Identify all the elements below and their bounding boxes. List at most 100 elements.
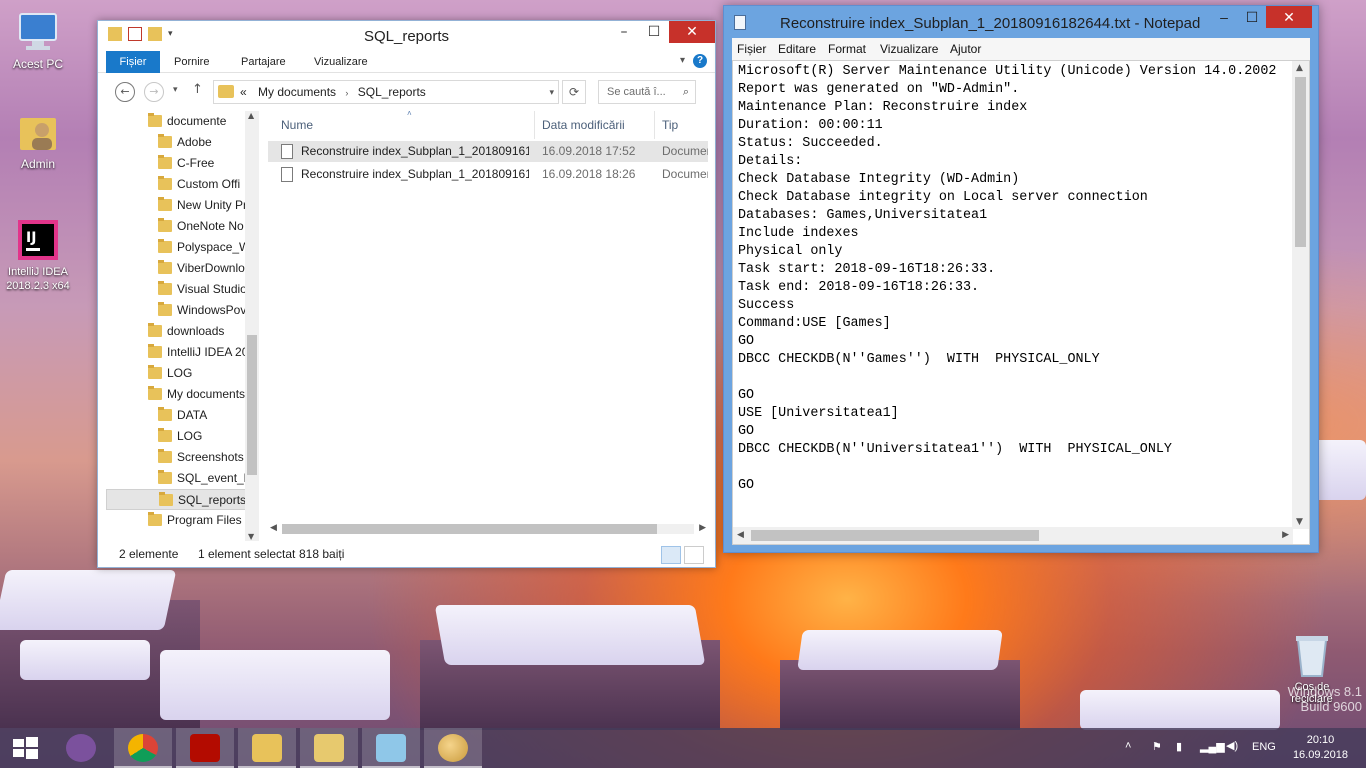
- expand-ribbon-icon[interactable]: ▾: [680, 55, 685, 66]
- scroll-thumb[interactable]: [751, 530, 1039, 541]
- large-icons-view-button[interactable]: [684, 546, 704, 564]
- tab-view[interactable]: Vizualizare: [314, 51, 368, 73]
- close-button[interactable]: ✕: [669, 21, 715, 43]
- search-input[interactable]: Se caută î... ⌕: [598, 80, 696, 104]
- document-content[interactable]: Microsoft(R) Server Maintenance Utility …: [738, 63, 1296, 527]
- minimize-button[interactable]: –: [1210, 6, 1238, 28]
- chevron-right-icon[interactable]: ›: [345, 88, 348, 98]
- column-divider[interactable]: [654, 111, 655, 139]
- scroll-up-icon[interactable]: ▲: [1296, 63, 1303, 73]
- tree-item[interactable]: C-Free: [106, 153, 259, 174]
- taskbar-sql-maintenance[interactable]: [300, 728, 358, 768]
- start-button[interactable]: [0, 728, 50, 768]
- tree-item[interactable]: New Unity Pr: [106, 195, 259, 216]
- column-type[interactable]: Tip: [662, 118, 678, 132]
- taskbar-paint[interactable]: [424, 728, 482, 768]
- menu-format[interactable]: Format: [828, 38, 866, 60]
- recent-locations-icon[interactable]: ▾: [173, 85, 178, 95]
- clock[interactable]: 20:10 16.09.2018: [1293, 733, 1348, 763]
- taskbar-chrome-dev[interactable]: [114, 728, 172, 768]
- maximize-button[interactable]: ☐: [639, 21, 669, 43]
- battery-icon[interactable]: ▮: [1176, 740, 1182, 768]
- address-overflow[interactable]: «: [240, 85, 247, 99]
- scroll-up-icon[interactable]: ▲: [248, 111, 254, 120]
- tree-item[interactable]: OneNote No: [106, 216, 259, 237]
- tree-item[interactable]: documente: [106, 111, 259, 132]
- notepad-window[interactable]: Reconstruire index_Subplan_1_20180916182…: [723, 5, 1319, 553]
- tab-file[interactable]: Fișier: [106, 51, 160, 73]
- chevron-down-icon[interactable]: ▾: [549, 81, 554, 103]
- taskbar-acrobat[interactable]: [176, 728, 234, 768]
- tree-item[interactable]: downloads: [106, 321, 259, 342]
- editor-hscrollbar[interactable]: ◀ ▶: [733, 527, 1293, 544]
- tree-item[interactable]: IntelliJ IDEA 20: [106, 342, 259, 363]
- breadcrumb-sql-reports[interactable]: SQL_reports: [358, 85, 426, 99]
- tree-item[interactable]: Program Files: [106, 510, 259, 531]
- minimize-button[interactable]: –: [609, 21, 639, 43]
- scroll-right-icon[interactable]: ▶: [699, 523, 706, 533]
- show-hidden-icons[interactable]: ˄: [1125, 740, 1131, 768]
- scroll-left-icon[interactable]: ◀: [270, 523, 277, 533]
- taskbar-file-explorer[interactable]: [238, 728, 296, 768]
- scroll-down-icon[interactable]: ▼: [1296, 517, 1303, 527]
- back-button[interactable]: ←: [115, 82, 135, 102]
- notepad-titlebar[interactable]: Reconstruire index_Subplan_1_20180916182…: [724, 6, 1318, 38]
- navigation-scrollbar[interactable]: ▲ ▼: [245, 111, 259, 541]
- language-indicator[interactable]: ENG: [1252, 741, 1276, 768]
- taskbar-notepad[interactable]: [362, 728, 420, 768]
- menu-edit[interactable]: Editare: [778, 38, 816, 60]
- details-view-button[interactable]: [661, 546, 681, 564]
- volume-icon[interactable]: ◀): [1226, 739, 1238, 768]
- column-name[interactable]: Nume: [281, 118, 313, 132]
- editor-vscrollbar[interactable]: ▲ ▼: [1292, 61, 1309, 529]
- tree-item[interactable]: My documents: [106, 384, 259, 405]
- refresh-button[interactable]: ⟳: [562, 80, 586, 104]
- explorer-titlebar[interactable]: ▾ SQL_reports – ☐ ✕: [98, 21, 715, 51]
- tree-item[interactable]: DATA: [106, 405, 259, 426]
- tree-item[interactable]: LOG: [106, 426, 259, 447]
- tab-share[interactable]: Partajare: [241, 51, 286, 73]
- file-list-hscrollbar[interactable]: ◀ ▶: [268, 521, 708, 537]
- tree-item[interactable]: SQL_event_lo: [106, 468, 259, 489]
- tree-item[interactable]: SQL_reports: [106, 489, 259, 510]
- tree-item[interactable]: ViberDownlo: [106, 258, 259, 279]
- taskbar-viber[interactable]: [52, 728, 110, 768]
- file-explorer-window[interactable]: ▾ SQL_reports – ☐ ✕ Fișier Pornire Parta…: [97, 20, 716, 568]
- tree-item[interactable]: Screenshots: [106, 447, 259, 468]
- scroll-thumb[interactable]: [282, 524, 657, 534]
- navigation-pane[interactable]: documente Adobe C-Free Custom Offi New Unity…: [106, 111, 259, 541]
- tree-item[interactable]: Custom Offi: [106, 174, 259, 195]
- forward-button[interactable]: →: [144, 82, 164, 102]
- tree-item[interactable]: LOG: [106, 363, 259, 384]
- menu-view[interactable]: Vizualizare: [880, 38, 938, 60]
- text-editor[interactable]: Microsoft(R) Server Maintenance Utility …: [732, 60, 1310, 545]
- tree-item[interactable]: Adobe: [106, 132, 259, 153]
- desktop-icon-admin[interactable]: Admin: [0, 110, 76, 171]
- tree-item[interactable]: WindowsPov: [106, 300, 259, 321]
- scroll-right-icon[interactable]: ▶: [1282, 530, 1289, 540]
- scroll-left-icon[interactable]: ◀: [737, 530, 744, 540]
- desktop-icon-intellij[interactable]: IJ IntelliJ IDEA 2018.2.3 x64: [0, 218, 76, 293]
- desktop-icon-this-pc[interactable]: Acest PC: [0, 10, 76, 71]
- folder-icon: [148, 386, 162, 400]
- scroll-thumb[interactable]: [1295, 77, 1306, 247]
- network-icon[interactable]: ▂▄▆: [1200, 740, 1225, 768]
- breadcrumb-my-documents[interactable]: My documents: [258, 85, 336, 99]
- scroll-down-icon[interactable]: ▼: [248, 532, 254, 541]
- column-date[interactable]: Data modificării: [542, 118, 625, 132]
- close-button[interactable]: ✕: [1266, 6, 1312, 28]
- column-divider[interactable]: [534, 111, 535, 139]
- address-bar[interactable]: « My documents › SQL_reports ▾: [213, 80, 559, 104]
- help-icon[interactable]: ?: [693, 54, 707, 68]
- tree-item[interactable]: Polyspace_W: [106, 237, 259, 258]
- file-row[interactable]: Reconstruire index_Subplan_1_201809161..…: [268, 141, 708, 162]
- tab-home[interactable]: Pornire: [174, 51, 209, 73]
- file-row[interactable]: Reconstruire index_Subplan_1_201809161..…: [268, 164, 708, 185]
- tree-item[interactable]: Visual Studio: [106, 279, 259, 300]
- scroll-thumb[interactable]: [247, 335, 257, 475]
- action-center-icon[interactable]: ⚑: [1152, 740, 1162, 768]
- menu-file[interactable]: Fișier: [737, 38, 766, 60]
- maximize-button[interactable]: ☐: [1238, 6, 1266, 28]
- menu-help[interactable]: Ajutor: [950, 38, 981, 60]
- up-button[interactable]: ↑: [192, 82, 203, 97]
